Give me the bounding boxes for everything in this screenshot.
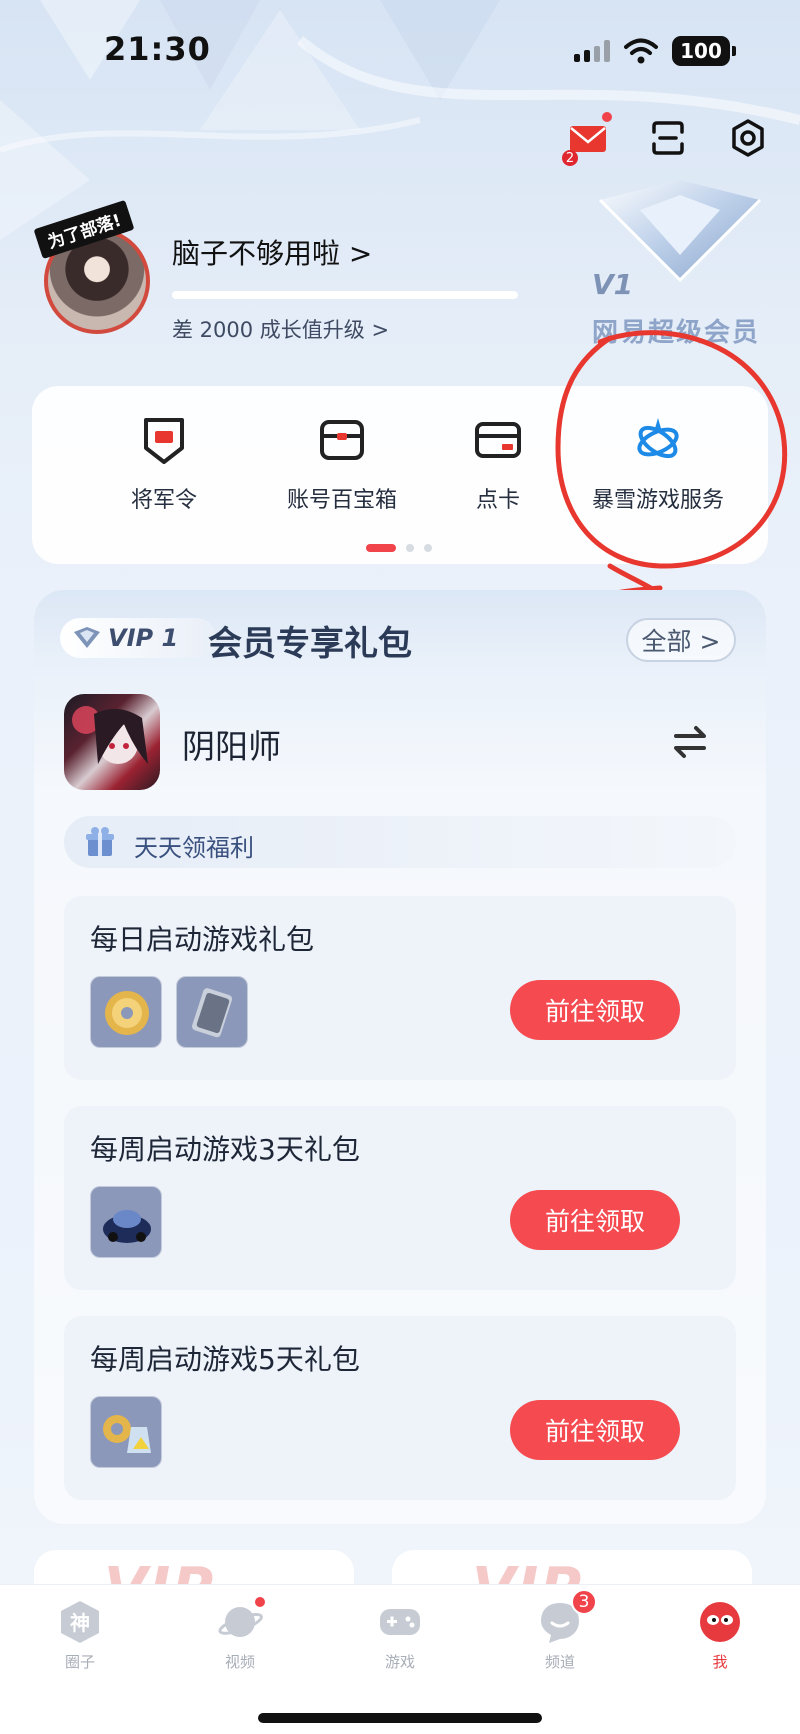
- claim-button[interactable]: 前往领取: [510, 980, 680, 1040]
- vip-level-pill: VIP 1: [60, 618, 216, 658]
- service-general-order[interactable]: 将军令: [74, 414, 254, 514]
- switch-game-icon[interactable]: [670, 722, 710, 762]
- gift-item: 每日启动游戏礼包 前往领取: [64, 896, 736, 1080]
- scan-icon: [652, 121, 684, 155]
- tab-video[interactable]: 视频: [180, 1595, 300, 1672]
- scan-button[interactable]: [648, 118, 688, 158]
- tab-me[interactable]: 我: [660, 1599, 780, 1672]
- tab-badge: 3: [571, 1589, 597, 1615]
- gamepad-icon: [377, 1599, 423, 1645]
- account-treasure-box-icon: [320, 420, 364, 460]
- channel-icon: 3: [537, 1589, 597, 1645]
- reward-thumb[interactable]: [90, 1186, 162, 1258]
- signal-icon: [574, 40, 610, 62]
- reward-thumb[interactable]: [176, 976, 248, 1048]
- point-card-icon: [475, 422, 521, 458]
- member-gift-panel: VIP 1 会员专享礼包 全部 > 阴阳师 天天领福利 每日启动游戏礼包 前往领…: [34, 590, 766, 1524]
- gift-rewards: [90, 976, 248, 1048]
- vip-level: V1: [592, 268, 634, 301]
- gift-title: 每周启动游戏3天礼包: [90, 1133, 360, 1166]
- service-blizzard[interactable]: 暴雪游戏服务: [568, 414, 748, 514]
- home-indicator: [258, 1713, 542, 1723]
- service-account-treasure-box[interactable]: 账号百宝箱: [252, 414, 432, 514]
- shen-icon: 神: [57, 1599, 103, 1645]
- growth-progress-bar: [172, 291, 518, 299]
- service-card: 将军令 账号百宝箱 点卡 暴雪游戏服务: [32, 386, 768, 564]
- service-label: 将军令: [130, 488, 197, 513]
- gift-item: 每周启动游戏5天礼包 前往领取: [64, 1316, 736, 1500]
- claim-button[interactable]: 前往领取: [510, 1190, 680, 1250]
- gift-item: 每周启动游戏3天礼包 前往领取: [64, 1106, 736, 1290]
- panel-title: 会员专享礼包: [208, 624, 412, 664]
- tab-label: 游戏: [384, 1653, 415, 1671]
- ticket-icon: [192, 988, 233, 1038]
- page-indicator: [366, 544, 432, 552]
- gift-rewards: [90, 1186, 162, 1258]
- service-label: 暴雪游戏服务: [591, 488, 724, 513]
- tab-circle[interactable]: 神 圈子: [20, 1599, 140, 1672]
- gift-title: 每日启动游戏礼包: [90, 923, 315, 956]
- gift-rewards: [90, 1396, 162, 1468]
- general-order-icon: [144, 418, 184, 464]
- diamond-icon: [74, 627, 100, 648]
- game-art-icon: [72, 706, 148, 764]
- top-actions: 2: [562, 112, 768, 166]
- tab-label: 圈子: [64, 1653, 95, 1671]
- tab-unread-dot: [253, 1595, 267, 1609]
- claim-button[interactable]: 前往领取: [510, 1400, 680, 1460]
- daily-welfare-label: 天天领福利: [134, 834, 254, 862]
- vip-tag-text: VIP 1: [108, 624, 179, 652]
- game-icon-onmyoji[interactable]: [64, 694, 160, 790]
- mail-badge: 2: [562, 150, 578, 166]
- tab-channel[interactable]: 3 频道: [500, 1589, 620, 1672]
- gear-icon: [732, 119, 764, 157]
- bottom-tab-bar: 神 圈子 视频 游戏 3 频道 我: [0, 1584, 800, 1734]
- mail-unread-dot: [602, 112, 612, 122]
- me-icon: [697, 1599, 743, 1645]
- reward-thumb[interactable]: [90, 976, 162, 1048]
- username-link[interactable]: 脑子不够用啦 >: [172, 232, 372, 272]
- coin-bag-icon: [103, 1415, 151, 1453]
- battery-indicator: 100: [672, 36, 736, 66]
- gift-icon: [86, 827, 114, 856]
- coin-icon: [105, 991, 149, 1035]
- vip-title[interactable]: 网易超级会员: [592, 312, 760, 349]
- page-dot: [406, 544, 414, 552]
- blizzard-icon: [637, 418, 679, 459]
- svg-text:神: 神: [70, 1611, 90, 1635]
- tab-label: 我: [712, 1653, 728, 1671]
- page-dot: [424, 544, 432, 552]
- page-dot: [366, 544, 396, 552]
- view-all-button[interactable]: 全部 >: [626, 618, 736, 662]
- gift-title: 每周启动游戏5天礼包: [90, 1343, 360, 1376]
- service-label: 账号百宝箱: [286, 488, 397, 513]
- status-icons: 100: [574, 36, 736, 66]
- status-time: 21:30: [104, 30, 211, 68]
- planet-icon: [217, 1595, 267, 1645]
- daily-welfare-banner: 天天领福利: [64, 816, 736, 868]
- tab-label: 视频: [224, 1653, 255, 1671]
- upgrade-link[interactable]: 差 2000 成长值升级 >: [172, 314, 389, 344]
- game-name: 阴阳师: [182, 727, 281, 766]
- car-icon: [103, 1210, 151, 1243]
- service-label: 点卡: [475, 488, 520, 513]
- tab-label: 频道: [544, 1653, 575, 1671]
- mail-button[interactable]: 2: [562, 112, 612, 166]
- service-point-card[interactable]: 点卡: [408, 414, 588, 514]
- reward-thumb[interactable]: [90, 1396, 162, 1468]
- settings-button[interactable]: [728, 118, 768, 158]
- tab-games[interactable]: 游戏: [340, 1599, 460, 1672]
- wifi-icon: [624, 38, 658, 64]
- avatar-container[interactable]: 为了部落!: [33, 199, 150, 334]
